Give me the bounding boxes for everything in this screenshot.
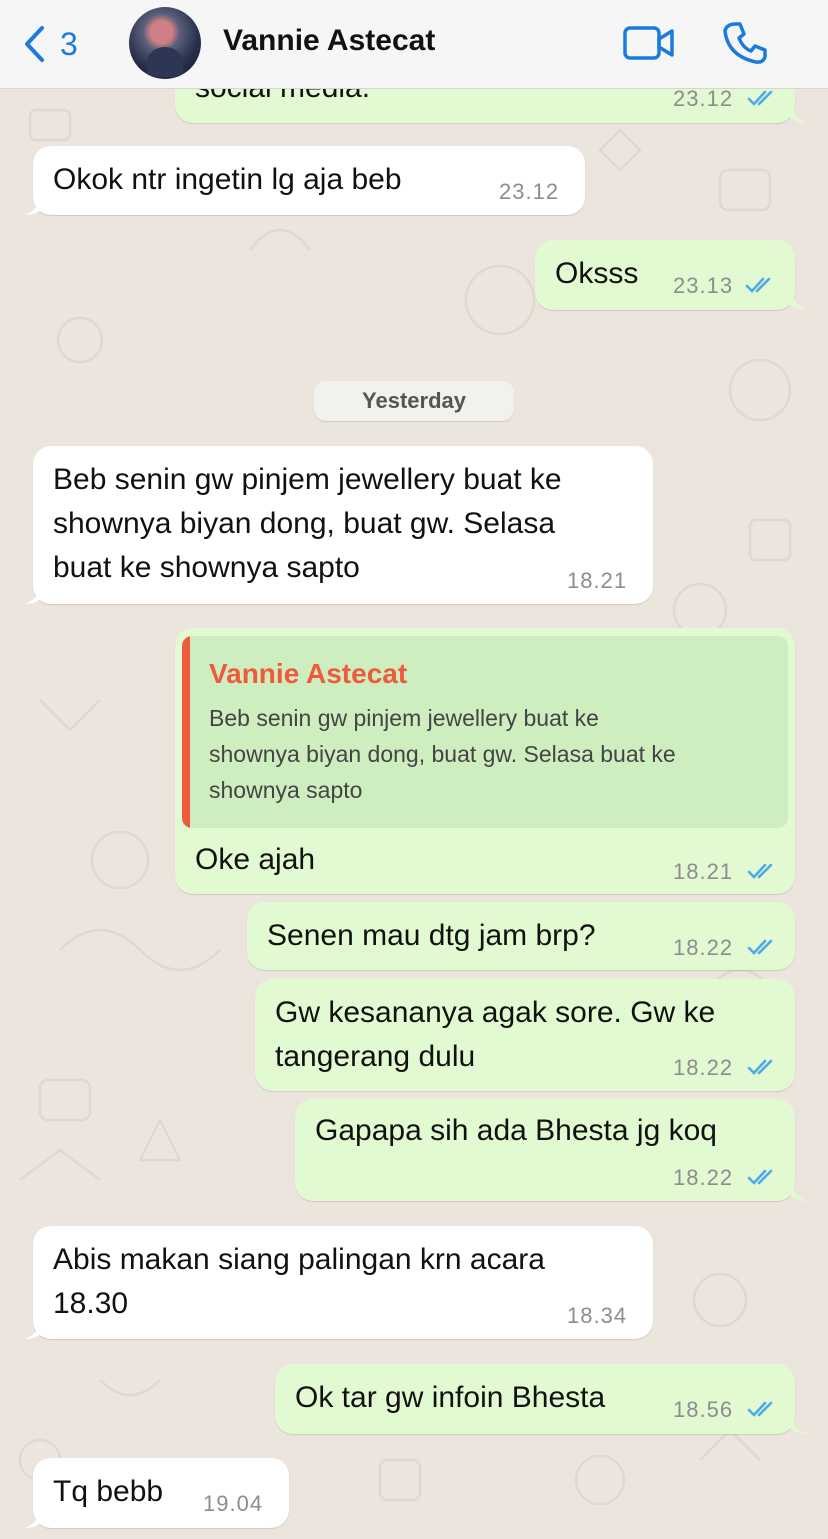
message-time: 23.12 (499, 179, 560, 204)
date-separator: Yesterday (314, 381, 514, 421)
bubble-tail (24, 584, 42, 604)
phone-icon (723, 22, 767, 64)
message-time: 18.21 (567, 568, 628, 593)
contact-avatar[interactable] (129, 7, 201, 79)
message-time: 18.22 (673, 1165, 734, 1190)
chat-header: 3 Vannie Astecat (0, 0, 828, 89)
read-ticks-icon (747, 90, 773, 106)
message-time: 18.56 (673, 1397, 734, 1422)
message-bubble-outgoing[interactable]: Gapapa sih ada Bhesta jg koq 18.22 (295, 1099, 795, 1201)
message-time: 18.22 (673, 1055, 734, 1080)
bubble-tail (790, 1181, 808, 1201)
read-ticks-icon (747, 939, 773, 955)
message-time: 18.34 (567, 1303, 628, 1328)
message-bubble-outgoing[interactable]: Ok tar gw infoin Bhesta 18.56 (275, 1364, 795, 1434)
reply-quote-text: Beb senin gw pinjem jewellery buat ke sh… (209, 705, 676, 803)
read-ticks-icon (747, 1169, 773, 1185)
message-text: Beb senin gw pinjem jewellery buat ke sh… (53, 463, 562, 584)
message-time: 19.04 (203, 1491, 264, 1516)
bubble-tail (790, 1414, 808, 1434)
message-text: Abis makan siang palingan krn acara 18.3… (53, 1243, 545, 1320)
reply-quote-author: Vannie Astecat (209, 658, 408, 689)
message-text: Gw kesananya agak sore. Gw ke tangerang … (275, 996, 716, 1073)
reply-quote-bar (182, 636, 190, 828)
bubble-tail (24, 1508, 42, 1528)
message-text: Oke ajah (195, 843, 316, 876)
read-ticks-icon (747, 1059, 773, 1075)
video-camera-icon (623, 26, 674, 60)
chevron-left-icon (25, 26, 44, 62)
message-text: Tq bebb (53, 1475, 164, 1508)
video-call-button[interactable] (622, 22, 676, 69)
message-bubble-incoming[interactable]: Beb senin gw pinjem jewellery buat ke sh… (33, 446, 653, 604)
voice-call-button[interactable] (722, 20, 768, 71)
message-bubble-outgoing[interactable]: Senen mau dtg jam brp? 18.22 (247, 902, 795, 970)
bubble-tail (24, 1319, 42, 1339)
unread-count: 3 (60, 25, 78, 62)
bubble-tail (790, 103, 808, 123)
message-time: 23.13 (673, 273, 734, 298)
message-text: Senen mau dtg jam brp? (267, 919, 596, 952)
contact-name[interactable]: Vannie Astecat (223, 24, 435, 58)
read-ticks-icon (747, 1401, 773, 1417)
message-text: Ok tar gw infoin Bhesta (295, 1381, 606, 1414)
message-text: Okok ntr ingetin lg aja beb (53, 163, 402, 196)
message-time: 18.22 (673, 935, 734, 960)
reply-quote[interactable]: Vannie Astecat Beb senin gw pinjem jewel… (182, 636, 788, 828)
bubble-tail (790, 290, 808, 310)
back-button[interactable]: 3 (22, 22, 78, 66)
message-bubble-outgoing[interactable]: Oksss 23.13 (535, 240, 795, 310)
read-ticks-icon (745, 277, 771, 293)
message-time: 18.21 (673, 859, 734, 884)
message-bubble-incoming[interactable]: Abis makan siang palingan krn acara 18.3… (33, 1226, 653, 1339)
message-bubble-outgoing[interactable]: Gw kesananya agak sore. Gw ke tangerang … (255, 979, 795, 1091)
message-bubble-incoming[interactable]: Tq bebb 19.04 (33, 1458, 289, 1528)
message-time: 23.12 (673, 86, 734, 111)
message-bubble-incoming[interactable]: Okok ntr ingetin lg aja beb 23.12 (33, 146, 585, 215)
message-text: Oksss (555, 257, 639, 290)
message-text: Gapapa sih ada Bhesta jg koq (315, 1114, 717, 1147)
read-ticks-icon (747, 863, 773, 879)
bubble-tail (24, 195, 42, 215)
